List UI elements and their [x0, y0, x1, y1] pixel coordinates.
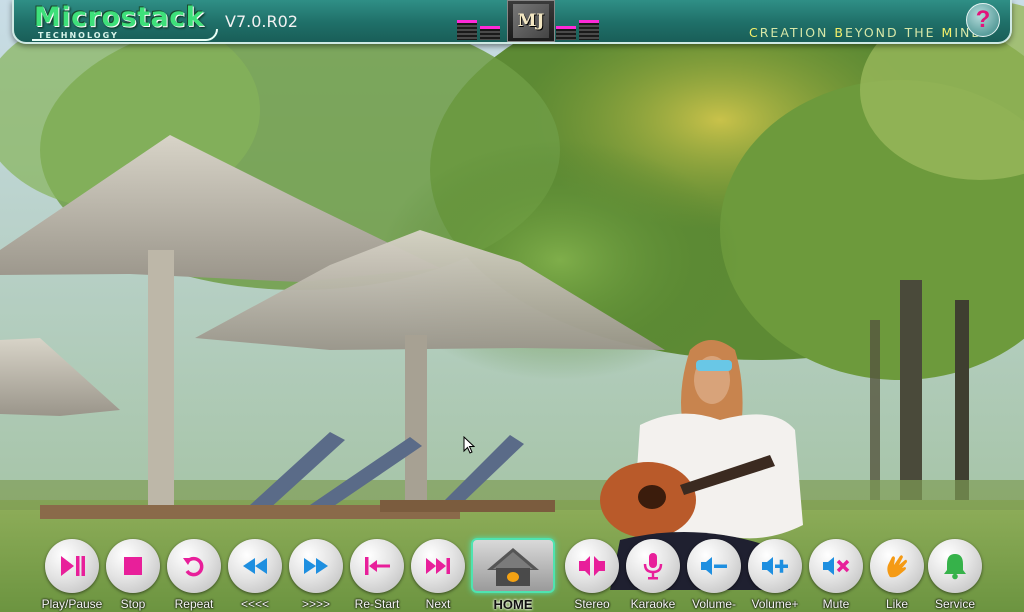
karaoke-player-screen: Microstack TECHNOLOGY V7.0.R02 MJ CREATI… — [0, 0, 1024, 612]
mute-icon — [809, 539, 863, 593]
control-label: Service — [934, 597, 975, 611]
tagline: CREATION BEYOND THE MIND — [749, 25, 983, 40]
fast-forward-icon — [289, 539, 343, 593]
help-button[interactable]: ? — [966, 3, 1000, 37]
next-icon — [411, 539, 465, 593]
tagline-part: EYOND THE — [844, 25, 942, 40]
volume-up-icon — [748, 539, 802, 593]
home-label: HOME — [493, 597, 533, 612]
equalizer-right — [556, 20, 599, 40]
rewind-icon — [228, 539, 282, 593]
eq-bar — [579, 20, 599, 40]
logo-subtext: TECHNOLOGY — [38, 31, 119, 40]
mj-badge[interactable]: MJ — [507, 0, 555, 42]
next-button[interactable]: Next — [408, 539, 468, 612]
play-pause-icon — [45, 539, 99, 593]
microphone-icon — [626, 539, 680, 593]
tagline-part: B — [834, 25, 845, 40]
tagline-part: C — [749, 25, 760, 40]
repeat-icon — [167, 539, 221, 593]
home-button[interactable]: HOME — [469, 538, 557, 612]
tagline-part: M — [941, 25, 955, 40]
top-bar: Microstack TECHNOLOGY V7.0.R02 MJ CREATI… — [12, 0, 1012, 44]
tagline-part: REATION — [759, 25, 835, 40]
eq-bar — [457, 20, 477, 40]
microstack-logo: Microstack TECHNOLOGY — [22, 2, 222, 41]
like-hand-icon — [870, 539, 924, 593]
home-icon — [471, 538, 555, 593]
volume-down-icon — [687, 539, 741, 593]
version-label: V7.0.R02 — [225, 12, 298, 31]
video-frame — [0, 0, 1024, 612]
restart-icon — [350, 539, 404, 593]
stop-icon — [106, 539, 160, 593]
bell-icon — [928, 539, 982, 593]
playback-controls: Play/Pause Stop Repeat <<<< >>>> Re-Star… — [0, 536, 1024, 612]
service-button[interactable]: Service — [925, 539, 985, 612]
equalizer-left — [457, 20, 500, 40]
mj-badge-label: MJ — [513, 4, 549, 38]
logo-text: Microstack — [34, 2, 205, 33]
stereo-speaker-icon — [565, 539, 619, 593]
help-icon: ? — [975, 6, 991, 33]
mouse-cursor-icon — [463, 436, 475, 454]
eq-bar — [556, 26, 576, 40]
eq-bar — [480, 26, 500, 40]
